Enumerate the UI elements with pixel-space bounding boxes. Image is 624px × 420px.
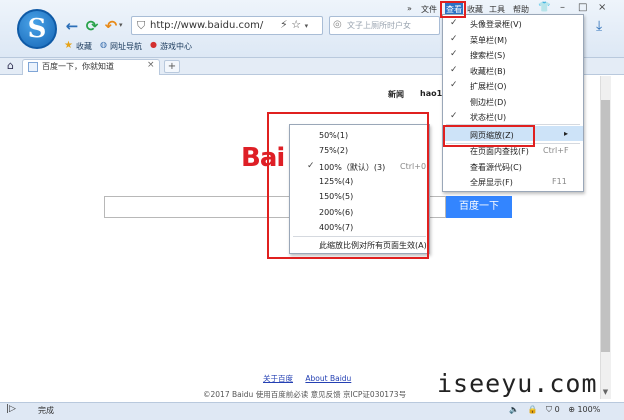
- browser-logo-letter: S: [27, 14, 47, 44]
- skin-icon[interactable]: 👕: [538, 2, 550, 13]
- security-shield-icon[interactable]: ⛉: [137, 19, 148, 32]
- undo-dropdown-icon[interactable]: ▾: [119, 21, 123, 29]
- top-link-news[interactable]: 新闻: [388, 89, 404, 100]
- download-count: 0: [554, 405, 560, 414]
- view-menu-item[interactable]: 头像登录框(V): [470, 19, 522, 30]
- volume-icon[interactable]: 🔈: [509, 405, 519, 414]
- view-menu-find[interactable]: 在页面内查找(F): [470, 146, 529, 157]
- favorites-star-icon: ★: [64, 40, 73, 51]
- tab-close-icon[interactable]: ×: [147, 60, 155, 70]
- new-tab-button[interactable]: +: [164, 60, 180, 73]
- check-icon: ✓: [450, 111, 458, 121]
- status-text: 完成: [38, 406, 54, 415]
- address-text: http://www.baidu.com/: [150, 20, 264, 31]
- refresh-icon[interactable]: ⟳: [84, 18, 100, 34]
- zoom-status-icon[interactable]: ⊕: [568, 405, 575, 414]
- close-window-icon[interactable]: ×: [598, 2, 606, 13]
- scroll-down-icon[interactable]: ▼: [600, 388, 611, 398]
- lock-icon[interactable]: 🔒: [528, 405, 538, 414]
- submenu-arrow-icon: ▸: [564, 129, 569, 138]
- baidu-search-button[interactable]: 百度一下: [446, 196, 512, 218]
- menubar-chevron[interactable]: »: [407, 4, 412, 13]
- watermark: iseeyu.com: [437, 369, 598, 398]
- menu-shortcut: Ctrl+F: [543, 146, 569, 155]
- check-icon: ✓: [450, 33, 458, 44]
- check-icon: ✓: [450, 80, 458, 90]
- view-menu-item[interactable]: 搜索栏(S): [470, 50, 505, 61]
- view-menu-item[interactable]: 扩展栏(O): [470, 81, 507, 92]
- annotation-zoom-item: [443, 125, 535, 147]
- undo-icon[interactable]: ↶: [103, 18, 119, 34]
- tab-title: 百度一下，你就知道: [42, 62, 114, 71]
- minimize-icon[interactable]: –: [560, 2, 565, 13]
- search-engine-icon[interactable]: ◎: [333, 19, 342, 30]
- scrollbar-thumb[interactable]: [601, 100, 610, 352]
- tab-favicon-icon: [28, 62, 38, 72]
- menu-file[interactable]: 文件: [421, 4, 437, 15]
- check-icon: ✓: [450, 49, 458, 59]
- menu-shortcut: F11: [552, 177, 567, 186]
- annotation-view-menu: [440, 1, 466, 18]
- footer-copyright: ©2017 Baidu 使用百度前必读 意见反馈 京ICP证030173号: [203, 390, 407, 399]
- favorites-bar-item[interactable]: 网址导航: [110, 41, 142, 52]
- view-menu-source[interactable]: 查看源代码(C): [470, 162, 522, 173]
- zoom-level[interactable]: 100%: [577, 405, 600, 414]
- download-icon[interactable]: ⤓: [596, 18, 602, 34]
- footer-link-about[interactable]: 关于百度: [263, 374, 293, 383]
- view-menu-item[interactable]: 状态栏(U): [470, 112, 506, 123]
- view-menu-item[interactable]: 菜单栏(M): [470, 35, 507, 46]
- footer-link-about-en[interactable]: About Baidu: [305, 374, 351, 383]
- address-tools[interactable]: ⚡ ☆ ▾: [280, 18, 308, 31]
- maximize-icon[interactable]: □: [578, 2, 587, 13]
- favorites-bar-item[interactable]: 收藏: [76, 41, 92, 52]
- globe-icon: ◍: [100, 40, 107, 49]
- shield-icon[interactable]: ⛉: [546, 405, 552, 414]
- annotation-zoom-submenu: [267, 112, 429, 259]
- home-icon[interactable]: ⌂: [7, 59, 14, 72]
- back-arrow-icon[interactable]: ←: [64, 18, 80, 34]
- check-icon: ✓: [450, 18, 458, 28]
- status-tray: 🔈 🔒 ⛉ 0 ⊕ 100%: [509, 405, 600, 415]
- address-dropdown-icon[interactable]: ▾: [305, 22, 309, 30]
- favorite-star-icon[interactable]: ☆: [291, 18, 301, 31]
- search-placeholder: 文子上厕所时户女: [347, 21, 411, 30]
- game-icon: ●: [150, 40, 157, 49]
- footer-links: 关于百度 About Baidu: [263, 373, 361, 384]
- sidebar-toggle-icon[interactable]: |▷: [6, 404, 16, 414]
- view-menu-item[interactable]: 收藏栏(B): [470, 66, 506, 77]
- lightning-icon[interactable]: ⚡: [280, 18, 288, 31]
- view-menu-fullscreen[interactable]: 全屏显示(F): [470, 177, 513, 188]
- view-menu-item[interactable]: 侧边栏(D): [470, 97, 506, 108]
- favorites-bar-item[interactable]: 游戏中心: [160, 41, 192, 52]
- check-icon: ✓: [450, 64, 458, 75]
